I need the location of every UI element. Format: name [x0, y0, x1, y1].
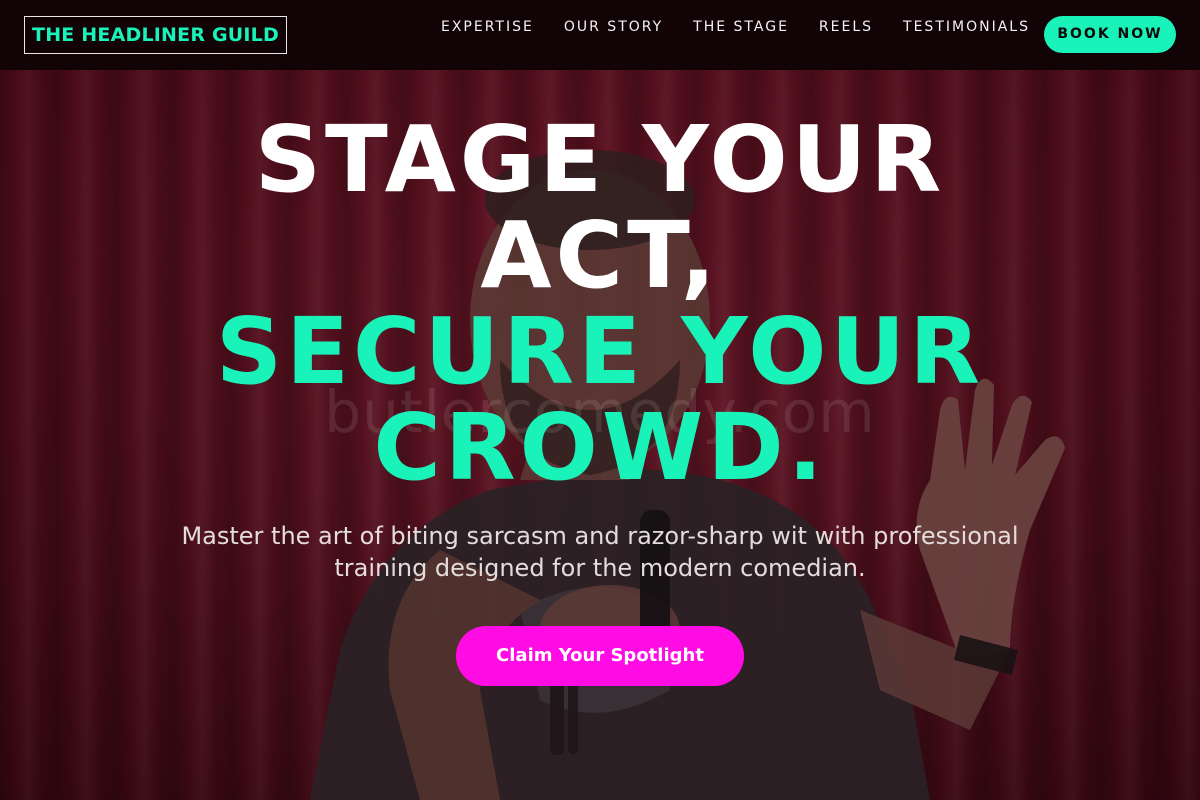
hero-subtitle: Master the art of biting sarcasm and raz… — [181, 522, 1019, 582]
nav-link-testimonials[interactable]: TESTIMONIALS — [888, 18, 1045, 36]
nav-link-reels[interactable]: REELS — [804, 18, 888, 36]
nav-link-our-story[interactable]: OUR STORY — [549, 18, 678, 36]
nav-links: EXPERTISE OUR STORY THE STAGE REELS TEST… — [426, 18, 1045, 36]
nav-link-the-stage[interactable]: THE STAGE — [678, 18, 804, 36]
headline-line-3: SECURE YOUR — [215, 298, 985, 405]
top-navbar: THE HEADLINER GUILD EXPERTISE OUR STORY … — [0, 0, 1200, 70]
claim-spotlight-button[interactable]: Claim Your Spotlight — [456, 626, 744, 686]
hero-headline: STAGE YOUR ACT, SECURE YOUR CROWD. — [0, 112, 1200, 496]
headline-line-1: STAGE YOUR — [254, 106, 946, 213]
headline-line-2: ACT, — [480, 202, 720, 309]
brand-logo[interactable]: THE HEADLINER GUILD — [24, 16, 287, 54]
book-now-button[interactable]: BOOK NOW — [1044, 16, 1176, 53]
nav-link-expertise[interactable]: EXPERTISE — [426, 18, 549, 36]
headline-line-4: CROWD. — [373, 394, 827, 501]
landing-page: butlercomedy.com THE HEADLINER GUILD EXP… — [0, 0, 1200, 800]
